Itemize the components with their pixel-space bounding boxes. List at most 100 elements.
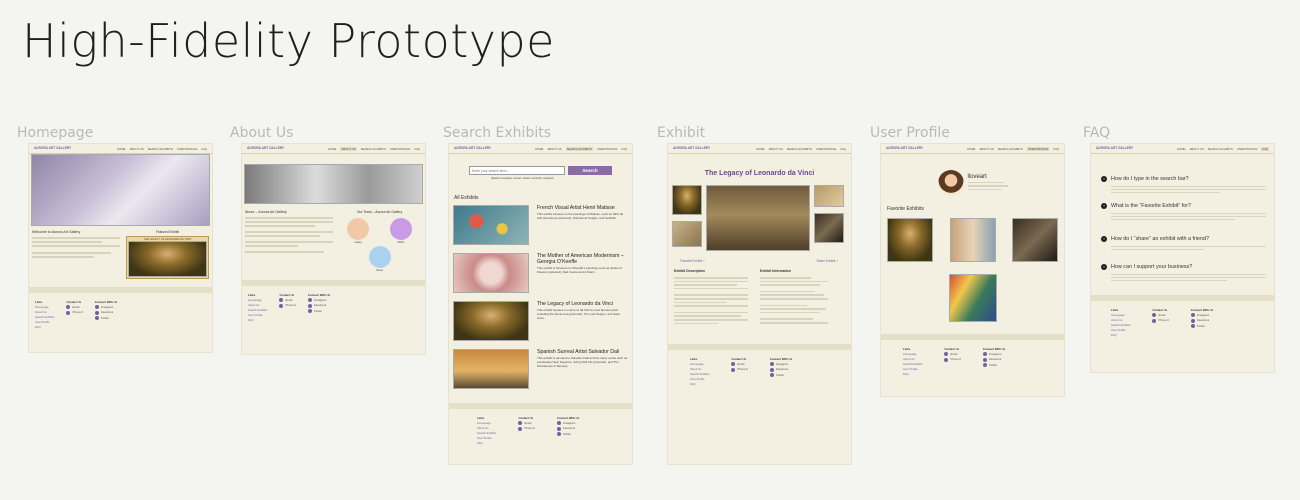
footer-link[interactable]: Search Exhibits	[248, 308, 267, 312]
footer-phone[interactable]: Phone #	[737, 367, 747, 371]
footer-link[interactable]: Homepage	[903, 352, 922, 356]
faq-item[interactable]: ? What is the “Favorite Exhibit” for?	[1101, 202, 1274, 209]
nav-search[interactable]: SEARCH EXHIBITS	[787, 147, 812, 151]
nav-home[interactable]: HOME	[535, 147, 543, 151]
footer-link[interactable]: Homepage	[690, 362, 709, 366]
nav-about[interactable]: ABOUT US	[129, 147, 143, 151]
footer-link[interactable]: About Us	[35, 310, 54, 314]
nav-profile[interactable]: USER PROFILE	[1026, 146, 1050, 151]
footer-phone[interactable]: Phone #	[72, 310, 82, 314]
nav-about[interactable]: ABOUT US	[768, 147, 782, 151]
favorite-mona-lisa[interactable]	[887, 218, 933, 262]
footer-link[interactable]: FAQ	[35, 325, 54, 329]
faq-question[interactable]: How can I support your business?	[1111, 264, 1192, 270]
study-image[interactable]	[814, 185, 844, 207]
footer-twitter[interactable]: Twitter	[101, 316, 109, 320]
footer-phone[interactable]: Phone #	[285, 303, 295, 307]
exhibit-result-item[interactable]: The Mother of American Modernism –Georgi…	[453, 253, 628, 293]
faq-question[interactable]: How do I type in the search bar?	[1111, 176, 1189, 182]
footer-phone[interactable]: Phone #	[950, 357, 960, 361]
dali-thumbnail[interactable]	[453, 349, 529, 389]
footer-twitter[interactable]: Twitter	[776, 373, 784, 377]
footer-instagram[interactable]: Instagram	[101, 305, 113, 309]
exhibit-result-item[interactable]: Spanish Surreal Artist Salvador Dali Thi…	[453, 349, 628, 389]
nav-profile[interactable]: USER PROFILE	[597, 147, 618, 151]
footer-instagram[interactable]: Instagram	[314, 298, 326, 302]
footer-link[interactable]: FAQ	[1111, 333, 1130, 337]
footer-link[interactable]: FAQ	[903, 372, 922, 376]
nav-faq[interactable]: FAQ	[621, 147, 627, 151]
footer-link[interactable]: User Profile	[1111, 328, 1130, 332]
nav-search[interactable]: SEARCH EXHIBITS	[361, 147, 386, 151]
sketch-image[interactable]	[672, 221, 702, 247]
footer-instagram[interactable]: Instagram	[989, 352, 1001, 356]
faq-item[interactable]: ? How can I support your business?	[1101, 264, 1274, 271]
footer-link[interactable]: Search Exhibits	[1111, 323, 1130, 327]
footer-link[interactable]: FAQ	[477, 441, 496, 445]
favorite-exhibit-button[interactable]: Favorite Exhibit ♥	[680, 259, 705, 263]
nav-faq[interactable]: FAQ	[1053, 147, 1059, 151]
footer-email[interactable]: Email	[950, 352, 957, 356]
okeeffe-thumbnail[interactable]	[453, 253, 529, 293]
nav-faq[interactable]: FAQ	[201, 147, 207, 151]
nav-profile[interactable]: USER PROFILE	[1237, 147, 1258, 151]
gallery-logo[interactable]: AURORA ART GALLERY	[247, 146, 284, 150]
faq-question[interactable]: What is the “Favorite Exhibit” for?	[1111, 203, 1191, 209]
footer-link[interactable]: Search Exhibits	[690, 372, 709, 376]
nav-about[interactable]: ABOUT US	[1189, 147, 1203, 151]
footer-twitter[interactable]: Twitter	[1197, 324, 1205, 328]
footer-email[interactable]: Email	[1158, 313, 1165, 317]
exhibit-result-item[interactable]: The Legacy of Leonardo da Vinci This exh…	[453, 301, 628, 341]
gallery-logo[interactable]: AURORA ART GALLERY	[454, 146, 491, 150]
nav-profile[interactable]: USER PROFILE	[177, 147, 198, 151]
nav-profile[interactable]: USER PROFILE	[816, 147, 837, 151]
footer-link[interactable]: FAQ	[690, 382, 709, 386]
gallery-logo[interactable]: AURORA ART GALLERY	[1096, 146, 1133, 150]
footer-phone[interactable]: Phone #	[1158, 318, 1168, 322]
nav-search[interactable]: SEARCH EXHIBITS	[148, 147, 173, 151]
footer-link[interactable]: About Us	[477, 426, 496, 430]
faq-question[interactable]: How do I “share” an exhibit with a frien…	[1111, 236, 1209, 242]
exhibit-result-title[interactable]: Spanish Surreal Artist Salvador Dali	[537, 349, 628, 355]
footer-twitter[interactable]: Twitter	[314, 309, 322, 313]
nav-profile[interactable]: USER PROFILE	[390, 147, 411, 151]
gallery-logo[interactable]: AURORA ART GALLERY	[34, 146, 71, 150]
footer-link[interactable]: About Us	[690, 367, 709, 371]
footer-email[interactable]: Email	[285, 298, 292, 302]
last-supper-image[interactable]	[706, 185, 810, 251]
footer-link[interactable]: Homepage	[35, 305, 54, 309]
nav-home[interactable]: HOME	[117, 147, 125, 151]
footer-link[interactable]: Search Exhibits	[35, 315, 54, 319]
exhibit-result-title[interactable]: French Visual Artist Henri Matisse	[537, 205, 628, 211]
user-avatar[interactable]	[937, 170, 964, 196]
footer-link[interactable]: Homepage	[248, 298, 267, 302]
search-input[interactable]	[469, 166, 565, 175]
footer-link[interactable]: About Us	[1111, 318, 1130, 322]
footer-instagram[interactable]: Instagram	[563, 421, 575, 425]
nav-faq[interactable]: FAQ	[840, 147, 846, 151]
nav-faq[interactable]: FAQ	[1261, 146, 1269, 151]
footer-link[interactable]: Search Exhibits	[477, 431, 496, 435]
faq-item[interactable]: ? How do I “share” an exhibit with a fri…	[1101, 235, 1274, 242]
exhibit-result-item[interactable]: French Visual Artist Henri Matisse This …	[453, 205, 628, 245]
footer-email[interactable]: Email	[737, 362, 744, 366]
share-exhibit-button[interactable]: Share Exhibit ⇪	[816, 259, 839, 263]
footer-link[interactable]: Homepage	[477, 421, 496, 425]
footer-link[interactable]: FAQ	[248, 318, 267, 322]
footer-facebook[interactable]: Facebook	[563, 426, 575, 430]
footer-email[interactable]: Email	[524, 421, 531, 425]
footer-link[interactable]: About Us	[248, 303, 267, 307]
footer-link[interactable]: User Profile	[903, 367, 922, 371]
footer-twitter[interactable]: Twitter	[563, 432, 571, 436]
nav-home[interactable]: HOME	[967, 147, 975, 151]
favorite-dark-painting[interactable]	[1012, 218, 1058, 262]
favorite-picasso-portrait[interactable]	[948, 274, 997, 322]
faq-item[interactable]: ? How do I type in the search bar?	[1101, 176, 1274, 182]
nav-search[interactable]: SEARCH EXHIBITS	[565, 146, 593, 151]
footer-link[interactable]: User Profile	[35, 320, 54, 324]
footer-link[interactable]: User Profile	[690, 377, 709, 381]
footer-link[interactable]: About Us	[903, 357, 922, 361]
favorite-creation-of-adam[interactable]	[949, 218, 996, 262]
gallery-logo[interactable]: AURORA ART GALLERY	[886, 146, 923, 150]
footer-facebook[interactable]: Facebook	[989, 357, 1001, 361]
